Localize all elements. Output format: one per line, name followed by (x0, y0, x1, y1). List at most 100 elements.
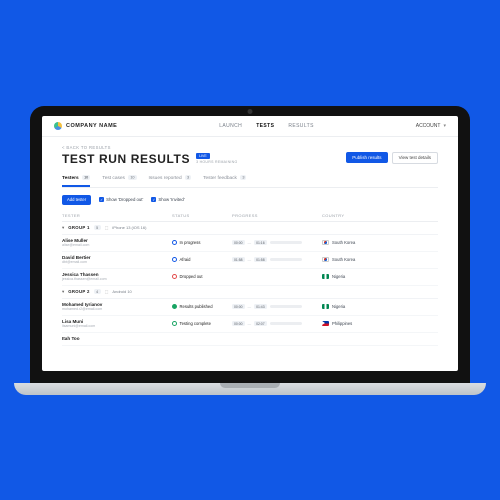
tab-testers[interactable]: Testers 10 (62, 176, 90, 187)
tab-issues[interactable]: Issues reported 3 (149, 176, 192, 187)
brand-logo-icon (54, 122, 62, 130)
group-name: GROUP 2 (68, 289, 89, 294)
group-count: 4 (94, 289, 101, 294)
progress-to: 01:43 (254, 304, 267, 309)
tab-feedback[interactable]: Tester feedback 3 (203, 176, 246, 187)
progress-from: 00:00 (232, 240, 245, 245)
time-remaining: 3 HOURS REMAINING (196, 160, 237, 164)
progress-cell: 00:00—02:07 (232, 321, 322, 326)
tester-email: dbt@email.com (62, 260, 172, 264)
progress-from: 00:00 (232, 321, 245, 326)
live-badge: LIVE (196, 153, 210, 159)
app-root: COMPANY NAME LAUNCH TESTS RESULTS ACCOUN… (42, 116, 458, 354)
tester-email: mohamed.r2@email.com (62, 307, 172, 311)
table-row[interactable]: David Bertierdbt@email.comAfraid01:58—01… (62, 252, 438, 269)
progress-to: 01:58 (254, 257, 267, 262)
page-title: TEST RUN RESULTS (62, 152, 190, 166)
brand-name: COMPANY NAME (66, 123, 117, 129)
country-cell: South Korea (322, 240, 412, 245)
nav-launch[interactable]: LAUNCH (219, 123, 242, 129)
progress-dash: — (248, 305, 252, 309)
table-body: ▾GROUP 15⬚iPhone 13 (iOS 16)Alise Muller… (62, 222, 438, 346)
country-cell: Nigeria (322, 274, 412, 279)
progress-to: 02:07 (254, 321, 267, 326)
show-invited-label: Show 'Invited' (158, 197, 184, 202)
group-row[interactable]: ▾ GROUP 2 4 ⬚Android 10 (62, 286, 438, 299)
nav-results[interactable]: RESULTS (288, 123, 314, 129)
progress-bar (270, 305, 302, 308)
show-invited-checkbox[interactable]: ✓ Show 'Invited' (151, 197, 184, 202)
status-dot-icon (172, 321, 177, 326)
country-cell: Philippines (322, 321, 412, 326)
show-dropped-label: Show 'Dropped out' (106, 197, 143, 202)
tabs: Testers 10 Test cases 10 Issues reported… (62, 176, 438, 188)
tester-cell: Lisa Munilisamuni@email.com (62, 319, 172, 328)
table-row[interactable]: Mohamed Iyrianovmohamed.r2@email.comResu… (62, 299, 438, 316)
check-icon: ✓ (151, 197, 156, 202)
laptop-notch (220, 383, 280, 388)
tab-testers-count: 10 (82, 175, 90, 180)
table-row[interactable]: Alise Mulleralise@email.comIn progress00… (62, 235, 438, 252)
group-row[interactable]: ▾GROUP 15⬚iPhone 13 (iOS 16) (62, 222, 438, 235)
country-cell: Nigeria (322, 304, 412, 309)
topbar: COMPANY NAME LAUNCH TESTS RESULTS ACCOUN… (42, 116, 458, 137)
run-meta: LIVE 3 HOURS REMAINING (196, 153, 237, 164)
country-label: South Korea (332, 257, 355, 262)
status-dot-icon (172, 304, 177, 309)
device-icon: ⬚ (105, 289, 109, 294)
device-icon: ⬚ (105, 225, 109, 230)
breadcrumb-back[interactable]: < BACK TO RESULTS (62, 145, 438, 150)
table-row[interactable]: Jessica Thassenjessica.thassen@email.com… (62, 269, 438, 286)
status-dot-icon (172, 240, 177, 245)
caret-down-icon: ▾ (62, 289, 64, 295)
group-name: GROUP 1 (68, 225, 89, 230)
progress-bar (270, 241, 302, 244)
title-actions: Publish results View test details (346, 152, 438, 164)
status-cell: Results published (172, 304, 232, 309)
group-count: 5 (94, 225, 101, 230)
brand[interactable]: COMPANY NAME (54, 122, 117, 130)
col-country: COUNTRY (322, 213, 412, 218)
progress-dash: — (248, 241, 252, 245)
status-label: Testing complete (180, 321, 211, 326)
publish-button[interactable]: Publish results (346, 152, 387, 163)
title-bar: TEST RUN RESULTS LIVE 3 HOURS REMAINING … (62, 152, 438, 166)
flag-icon (322, 240, 329, 245)
country-label: Philippines (332, 321, 352, 326)
show-dropped-checkbox[interactable]: ✓ Show 'Dropped out' (99, 197, 143, 202)
caret-down-icon: ▾ (62, 225, 64, 231)
status-label: Dropped out (180, 274, 203, 279)
tab-cases-count: 10 (128, 175, 136, 180)
tab-issues-count: 3 (185, 175, 191, 180)
country-label: South Korea (332, 240, 355, 245)
tester-cell: Alise Mulleralise@email.com (62, 238, 172, 247)
tab-feedback-count: 3 (240, 175, 246, 180)
toolbar: Add tester ✓ Show 'Dropped out' ✓ Show '… (62, 195, 438, 205)
status-cell: Afraid (172, 257, 232, 262)
add-tester-button[interactable]: Add tester (62, 195, 91, 205)
progress-dash: — (248, 322, 252, 326)
table-row[interactable]: Itah Too (62, 333, 438, 346)
account-menu[interactable]: ACCOUNT ▾ (416, 123, 446, 129)
table-row[interactable]: Lisa Munilisamuni@email.com Testing compl… (62, 316, 438, 333)
progress-bar (270, 322, 302, 325)
screen-bezel: COMPANY NAME LAUNCH TESTS RESULTS ACCOUN… (30, 106, 470, 383)
camera-dot (248, 109, 253, 114)
view-details-button[interactable]: View test details (392, 152, 438, 164)
account-label: ACCOUNT (416, 123, 441, 129)
tab-cases[interactable]: Test cases 10 (102, 176, 136, 187)
col-progress: PROGRESS (232, 213, 322, 218)
tab-feedback-label: Tester feedback (203, 176, 237, 181)
nav-tests[interactable]: TESTS (256, 123, 274, 129)
status-dot-icon (172, 274, 177, 279)
group-device: Android 10 (112, 289, 131, 294)
status-cell: Dropped out (172, 274, 232, 279)
status-cell: Testing complete (172, 321, 232, 326)
flag-icon (322, 321, 329, 326)
progress-cell: 00:00—01:43 (232, 304, 322, 309)
tab-testers-label: Testers (62, 176, 79, 181)
progress-cell: 01:58—01:58 (232, 257, 322, 262)
table-header: TESTER STATUS PROGRESS COUNTRY (62, 210, 438, 222)
flag-icon (322, 274, 329, 279)
page: < BACK TO RESULTS TEST RUN RESULTS LIVE … (42, 137, 458, 354)
